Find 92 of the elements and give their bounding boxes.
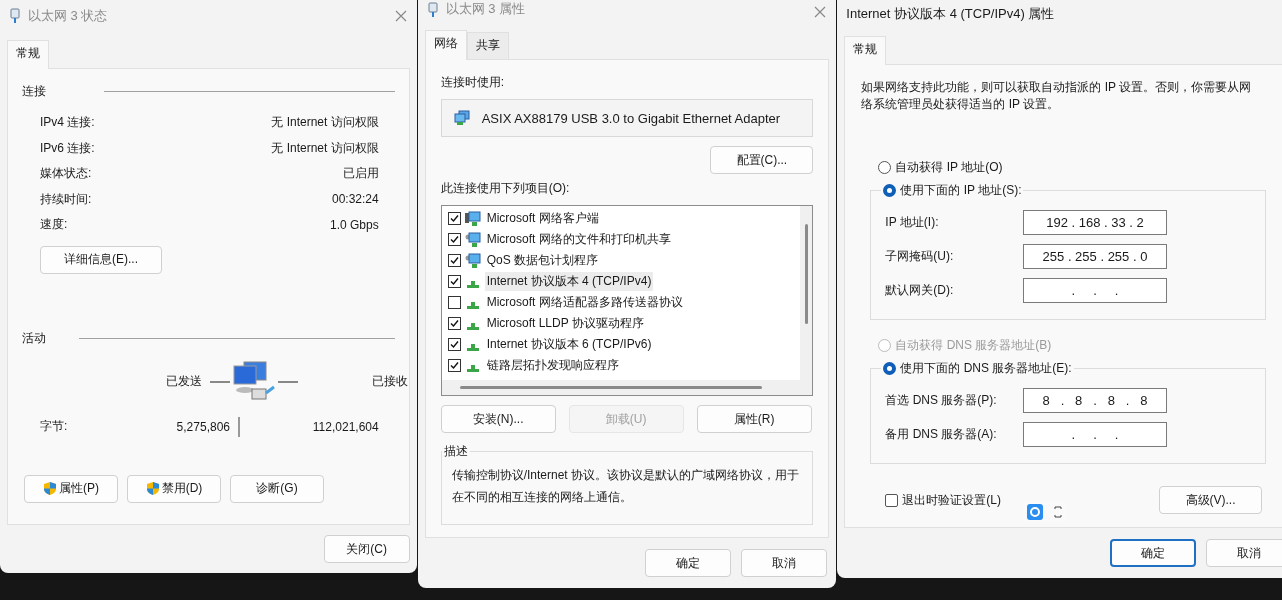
tab[interactable]: 常规 — [7, 40, 49, 69]
details-button[interactable]: 详细信息(E)... — [40, 245, 162, 274]
field-label: 子网掩码(U): — [885, 247, 954, 265]
group-heading: 描述 — [442, 443, 469, 460]
protocol-icon — [466, 365, 479, 372]
ip-address-field[interactable]: 255 . 255 . 255 . 0 — [1023, 243, 1167, 269]
dialog-button[interactable]: 确定 — [1110, 539, 1196, 567]
dialog-button[interactable]: 确定 — [645, 549, 732, 577]
dialog-button[interactable]: 取消 — [741, 549, 828, 577]
field-label: IP 地址(I): — [885, 213, 939, 231]
scrollbar[interactable] — [805, 224, 809, 324]
section-label: 连接时使用: — [440, 74, 505, 91]
close-icon[interactable] — [394, 10, 407, 22]
tab[interactable]: 常规 — [844, 36, 887, 65]
list-item[interactable]: 链路层拓扑发现响应程序 — [484, 356, 621, 375]
field-label: IPv6 连接: — [40, 139, 95, 157]
checkbox[interactable] — [447, 359, 461, 372]
close-button[interactable]: 关闭(C) — [323, 535, 410, 563]
checkbox[interactable] — [447, 296, 461, 309]
action-button[interactable]: 诊断(G) — [230, 474, 324, 503]
tab[interactable]: 共享 — [466, 32, 509, 59]
checkbox[interactable] — [447, 275, 461, 288]
list-item[interactable]: Internet 协议版本 6 (TCP/IPv6) — [484, 335, 654, 354]
intro-text: 如果网络支持此功能，则可以获取自动指派的 IP 设置。否则，你需要从网络系统管理员处获得适当的 IP 设置。 — [861, 79, 1253, 113]
list-item[interactable]: Microsoft 网络的文件和打印机共享 — [484, 230, 673, 249]
group-heading: 连接 — [22, 83, 46, 100]
ip-address-field[interactable]: . . . — [1023, 277, 1167, 303]
radio-button[interactable]: 自动获得 IP 地址(O) — [878, 159, 1266, 176]
sent-label: 已发送 — [166, 373, 202, 390]
field-label: 速度: — [40, 216, 68, 234]
list-item[interactable]: Microsoft 网络适配器多路传送器协议 — [484, 293, 685, 312]
action-button[interactable]: 安装(N)... — [440, 405, 556, 433]
configure-button[interactable]: 配置(C)... — [710, 146, 814, 174]
list-item[interactable]: Microsoft LLDP 协议驱动程序 — [484, 314, 646, 333]
network-adapter-icon — [453, 110, 470, 126]
field-value: 无 Internet 访问权限 — [271, 139, 379, 157]
checkbox[interactable] — [447, 317, 461, 330]
field-label: 媒体状态: — [40, 165, 92, 183]
ip-address-field[interactable]: 8 . 8 . 8 . 8 — [1023, 387, 1167, 413]
ethernet-plug-icon — [427, 2, 438, 18]
field-label: 字节: — [40, 418, 69, 435]
network-service-icon — [464, 252, 481, 269]
window-title: 以太网 3 属性 — [445, 0, 527, 18]
checkbox-option[interactable]: 退出时验证设置(L) — [885, 491, 1001, 509]
group-heading: 活动 — [22, 329, 46, 347]
scrollbar[interactable] — [459, 386, 763, 389]
field-label: 持续时间: — [40, 190, 92, 208]
protocol-icon — [466, 281, 479, 288]
field-label: 备用 DNS 服务器(A): — [885, 425, 997, 443]
bytes-sent-value: 5,275,806 — [175, 419, 230, 434]
field-value: 已启用 — [342, 165, 379, 183]
shield-icon — [43, 481, 57, 496]
protocol-icon — [466, 344, 479, 351]
window-title: 以太网 3 状态 — [28, 7, 109, 25]
adapter-name: ASIX AX88179 USB 3.0 to Gigabit Ethernet Adapter — [481, 110, 781, 126]
checkbox[interactable] — [447, 233, 461, 246]
ip-address-field[interactable]: 192 . 168 . 33 . 2 — [1023, 209, 1167, 235]
dialog-button[interactable]: 取消 — [1206, 539, 1282, 567]
received-label: 已接收 — [371, 373, 408, 390]
field-value: 1.0 Gbps — [329, 217, 379, 232]
section-label: 此连接使用下列项目(O): — [440, 180, 571, 197]
network-service-icon — [464, 231, 481, 248]
checkbox[interactable] — [447, 338, 461, 351]
tab[interactable]: 网络 — [424, 30, 467, 60]
window-title: Internet 协议版本 4 (TCP/IPv4) 属性 — [846, 5, 1056, 23]
radio-button[interactable]: 使用下面的 IP 地址(S): — [883, 182, 1022, 199]
shield-icon — [145, 481, 160, 496]
description-text: 传输控制协议/Internet 协议。该协议是默认的广域网络协议，用于在不同的相互连接的网络上通信。 — [450, 467, 801, 506]
list-item[interactable]: Microsoft 网络客户端 — [484, 209, 601, 228]
ip-address-field[interactable]: . . . — [1023, 421, 1167, 447]
crop-icon[interactable] — [1053, 505, 1064, 519]
field-label: IPv4 连接: — [40, 114, 95, 132]
field-value: 00:32:24 — [331, 192, 379, 207]
protocol-icon — [466, 323, 479, 330]
action-button[interactable]: 属性(R) — [696, 405, 812, 433]
bytes-received-value: 112,021,604 — [311, 419, 379, 434]
action-button[interactable]: 属性(P) — [24, 474, 118, 503]
checkbox[interactable] — [447, 254, 461, 267]
field-label: 默认网关(D): — [885, 281, 954, 299]
advanced-button[interactable]: 高级(V)... — [1159, 486, 1262, 514]
field-label: 首选 DNS 服务器(P): — [885, 391, 997, 409]
ethernet-plug-icon — [10, 8, 20, 24]
action-button[interactable]: 禁用(D) — [127, 474, 221, 503]
field-value: 无 Internet 访问权限 — [271, 114, 379, 132]
app-icon[interactable] — [1027, 504, 1044, 520]
radio-button[interactable]: 使用下面的 DNS 服务器地址(E): — [883, 360, 1072, 377]
network-client-icon — [464, 210, 481, 227]
list-item[interactable]: QoS 数据包计划程序 — [484, 251, 601, 270]
list-item[interactable]: Internet 协议版本 4 (TCP/IPv4) — [484, 272, 654, 291]
checkbox[interactable] — [447, 212, 461, 225]
close-icon[interactable] — [814, 6, 827, 18]
protocol-icon — [466, 302, 479, 309]
